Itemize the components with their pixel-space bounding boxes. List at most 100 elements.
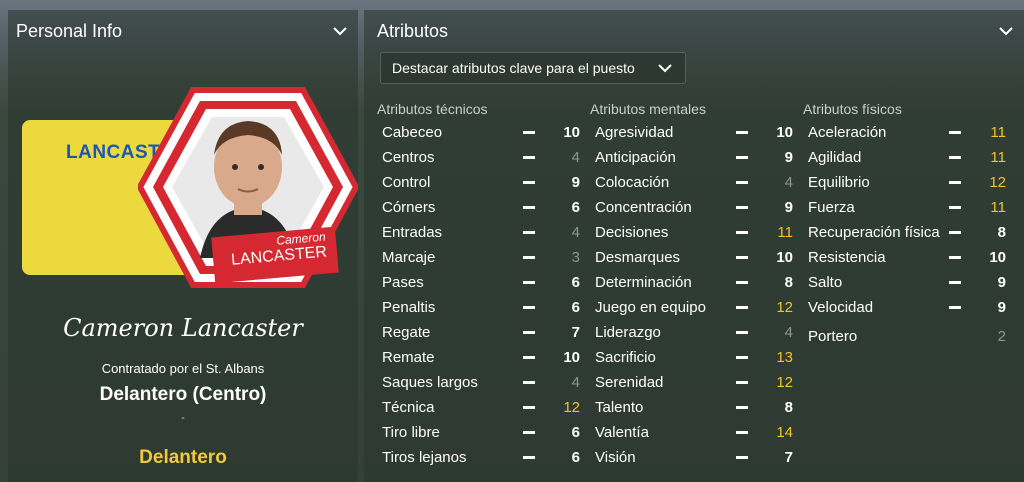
attribute-row[interactable]: Pases 6 xyxy=(377,270,580,295)
attribute-row[interactable]: Agilidad 11 xyxy=(803,145,1006,170)
attribute-value: 10 xyxy=(563,124,580,141)
attribute-row[interactable]: Equilibrio 12 xyxy=(803,170,1006,195)
attribute-name: Pases xyxy=(382,274,424,291)
attribute-name: Colocación xyxy=(595,174,670,191)
column-header: Atributos mentales xyxy=(590,101,706,117)
attribute-trend-dash xyxy=(736,256,748,259)
attribute-row[interactable]: Penaltis 6 xyxy=(377,295,580,320)
column-header: Atributos físicos xyxy=(803,101,902,117)
attribute-row[interactable]: Sacrificio 13 xyxy=(590,345,793,370)
attribute-row[interactable]: Tiros lejanos 6 xyxy=(377,445,580,470)
attribute-name: Talento xyxy=(595,399,644,416)
attribute-trend-dash xyxy=(736,231,748,234)
attribute-trend-dash xyxy=(523,231,535,234)
attribute-name: Remate xyxy=(382,349,435,366)
attribute-row[interactable]: Liderazgo 4 xyxy=(590,320,793,345)
attribute-name: Tiro libre xyxy=(382,424,440,441)
attribute-name: Visión xyxy=(595,449,636,466)
attribute-value: 3 xyxy=(571,249,580,266)
attribute-name: Regate xyxy=(382,324,431,341)
chevron-down-icon[interactable] xyxy=(998,23,1014,39)
attribute-name: Marcaje xyxy=(382,249,436,266)
personal-info-header: Personal Info xyxy=(8,10,358,52)
attribute-name: Córners xyxy=(382,199,436,216)
attribute-row[interactable]: Determinación 8 xyxy=(590,270,793,295)
attribute-row[interactable]: Desmarques 10 xyxy=(590,245,793,270)
attribute-row[interactable]: Concentración 9 xyxy=(590,195,793,220)
attribute-value: 4 xyxy=(784,324,793,341)
attribute-trend-dash xyxy=(949,156,961,159)
attribute-trend-dash xyxy=(736,356,748,359)
attributes-panel: Atributos Destacar atributos clave para … xyxy=(364,10,1024,482)
attribute-row[interactable]: Regate 7 xyxy=(377,320,580,345)
highlight-attributes-dropdown[interactable]: Destacar atributos clave para el puesto xyxy=(380,52,686,84)
attribute-value: 10 xyxy=(776,124,793,141)
attribute-row[interactable]: Fuerza 11 xyxy=(803,195,1006,220)
attribute-row[interactable]: Saques largos 4 xyxy=(377,370,580,395)
attribute-row[interactable]: Agresividad 10 xyxy=(590,120,793,145)
attribute-trend-dash xyxy=(949,306,961,309)
attribute-trend-dash xyxy=(736,181,748,184)
attribute-value: 6 xyxy=(571,424,580,441)
attribute-trend-dash xyxy=(523,356,535,359)
attribute-row[interactable]: Control 9 xyxy=(377,170,580,195)
attribute-trend-dash xyxy=(523,456,535,459)
attribute-row[interactable]: Cabeceo 10 xyxy=(377,120,580,145)
attribute-row[interactable]: Serenidad 12 xyxy=(590,370,793,395)
attributes-header: Atributos xyxy=(364,10,1024,52)
attribute-value: 7 xyxy=(784,449,793,466)
attribute-value: 7 xyxy=(571,324,580,341)
attribute-row[interactable]: Visión 7 xyxy=(590,445,793,470)
attribute-row[interactable]: Talento 8 xyxy=(590,395,793,420)
attribute-row[interactable]: Valentía 14 xyxy=(590,420,793,445)
attribute-trend-dash xyxy=(523,331,535,334)
attribute-name: Concentración xyxy=(595,199,692,216)
attribute-value: 14 xyxy=(776,424,793,441)
attribute-trend-dash xyxy=(949,131,961,134)
attribute-name: Penaltis xyxy=(382,299,436,316)
attribute-trend-dash xyxy=(736,431,748,434)
attribute-row[interactable]: Entradas 4 xyxy=(377,220,580,245)
attribute-row[interactable]: Colocación 4 xyxy=(590,170,793,195)
attribute-row[interactable]: Aceleración 11 xyxy=(803,120,1006,145)
attribute-value: 9 xyxy=(784,199,793,216)
panel-title: Personal Info xyxy=(16,20,123,41)
chevron-down-icon[interactable] xyxy=(332,23,348,39)
attribute-row[interactable]: Salto 9 xyxy=(803,270,1006,295)
attribute-row[interactable]: Anticipación 9 xyxy=(590,145,793,170)
attribute-row[interactable]: Portero 2 xyxy=(803,324,1006,349)
technical-attributes-column: Atributos técnicos Cabeceo 10 Centros 4 Cont… xyxy=(377,98,580,470)
attribute-row[interactable]: Recuperación física 8 xyxy=(803,220,1006,245)
attribute-trend-dash xyxy=(736,406,748,409)
attribute-row[interactable]: Centros 4 xyxy=(377,145,580,170)
attribute-trend-dash xyxy=(523,281,535,284)
attribute-trend-dash xyxy=(523,156,535,159)
attribute-name: Agresividad xyxy=(595,124,674,141)
attribute-row[interactable]: Juego en equipo 12 xyxy=(590,295,793,320)
attribute-row[interactable]: Velocidad 9 xyxy=(803,295,1006,320)
attribute-value: 8 xyxy=(784,274,793,291)
attribute-trend-dash xyxy=(736,381,748,384)
attribute-value: 13 xyxy=(776,349,793,366)
attribute-row[interactable]: Córners 6 xyxy=(377,195,580,220)
attribute-name: Desmarques xyxy=(595,249,681,266)
attribute-name: Sacrificio xyxy=(595,349,656,366)
attribute-value: 6 xyxy=(571,274,580,291)
attribute-name: Entradas xyxy=(382,224,443,241)
attribute-value: 11 xyxy=(777,224,793,241)
attribute-name: Salto xyxy=(808,274,843,291)
attribute-trend-dash xyxy=(736,206,748,209)
attribute-row[interactable]: Técnica 12 xyxy=(377,395,580,420)
attribute-row[interactable]: Marcaje 3 xyxy=(377,245,580,270)
attribute-row[interactable]: Remate 10 xyxy=(377,345,580,370)
attribute-value: 11 xyxy=(990,149,1006,166)
attribute-row[interactable]: Tiro libre 6 xyxy=(377,420,580,445)
player-role: Delantero xyxy=(139,447,227,468)
attribute-row[interactable]: Resistencia 10 xyxy=(803,245,1006,270)
attribute-trend-dash xyxy=(523,181,535,184)
attribute-value: 9 xyxy=(571,174,580,191)
attribute-row[interactable]: Decisiones 11 xyxy=(590,220,793,245)
attribute-trend-dash xyxy=(523,256,535,259)
attribute-trend-dash xyxy=(523,131,535,134)
attribute-trend-dash xyxy=(523,406,535,409)
